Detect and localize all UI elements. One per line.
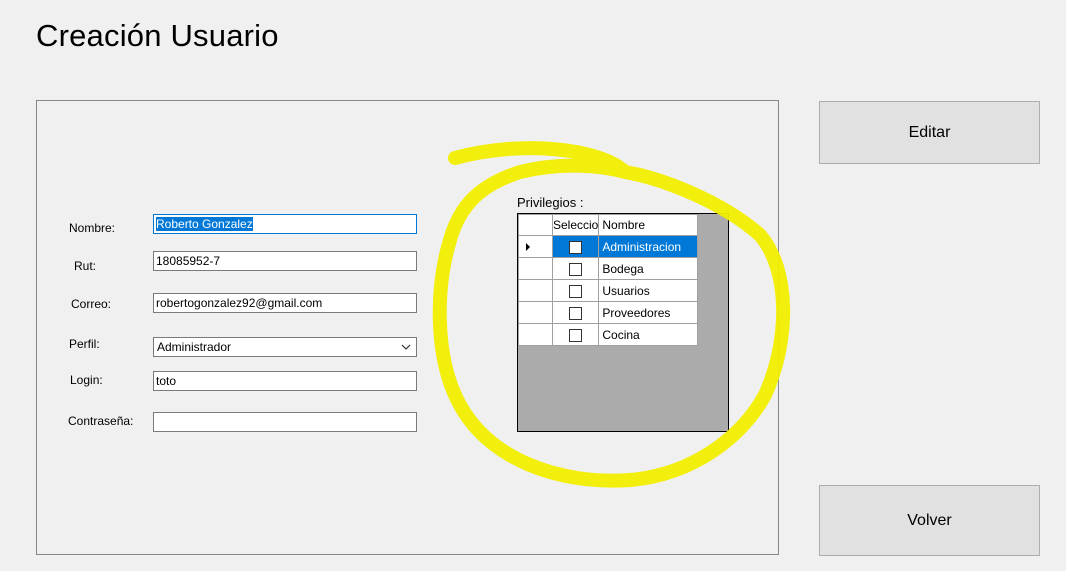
page-title: Creación Usuario <box>36 18 279 53</box>
rut-input[interactable]: 18085952-7 <box>153 251 417 271</box>
row-header[interactable] <box>518 257 553 280</box>
table-row[interactable]: Cocina <box>518 323 699 346</box>
privilege-checkbox[interactable] <box>569 262 583 276</box>
correo-label: Correo: <box>71 297 112 311</box>
nombre-label: Nombre: <box>69 221 116 235</box>
row-header[interactable] <box>518 323 553 346</box>
row-header[interactable] <box>518 279 553 302</box>
table-row[interactable]: Bodega <box>518 257 699 280</box>
table-row[interactable]: Administracion <box>518 235 699 258</box>
nombre-input[interactable]: Roberto Gonzalez <box>153 214 417 234</box>
privilege-name-cell[interactable]: Usuarios <box>598 279 699 302</box>
privilege-name-cell[interactable]: Proveedores <box>598 301 699 324</box>
privileges-grid[interactable]: Seleccio Nombre Administracion Bodega Us… <box>517 213 729 432</box>
grid-corner-cell <box>518 214 553 236</box>
login-input[interactable]: toto <box>153 371 417 391</box>
row-header[interactable] <box>518 235 553 258</box>
editar-button[interactable]: Editar <box>819 101 1040 164</box>
select-cell[interactable] <box>551 257 600 280</box>
nombre-input-value: Roberto Gonzalez <box>156 217 253 231</box>
current-row-arrow-icon <box>526 242 530 251</box>
login-label: Login: <box>70 373 103 387</box>
perfil-label: Perfil: <box>69 337 100 351</box>
privilege-name-cell[interactable]: Administracion <box>598 235 699 258</box>
row-header[interactable] <box>518 301 553 324</box>
user-form-panel: Nombre: Roberto Gonzalez Rut: 18085952-7… <box>36 100 779 555</box>
contrasena-label: Contraseña: <box>68 414 134 428</box>
table-row[interactable]: Usuarios <box>518 279 699 302</box>
table-row[interactable]: Proveedores <box>518 301 699 324</box>
volver-button[interactable]: Volver <box>819 485 1040 556</box>
privilege-name-cell[interactable]: Bodega <box>598 257 699 280</box>
select-cell[interactable] <box>551 301 600 324</box>
contrasena-input[interactable] <box>153 412 417 432</box>
privilege-checkbox[interactable] <box>569 284 583 298</box>
select-cell[interactable] <box>551 279 600 302</box>
privilege-name-cell[interactable]: Cocina <box>598 323 699 346</box>
privilegios-label: Privilegios : <box>517 195 584 210</box>
grid-header-row: Seleccio Nombre <box>518 214 699 236</box>
rut-label: Rut: <box>74 259 97 273</box>
chevron-down-icon <box>401 344 411 350</box>
correo-input[interactable]: robertogonzalez92@gmail.com <box>153 293 417 313</box>
column-header-nombre[interactable]: Nombre <box>598 214 699 236</box>
select-cell[interactable] <box>551 235 600 258</box>
privilege-checkbox[interactable] <box>569 306 583 320</box>
select-cell[interactable] <box>551 323 600 346</box>
privilege-checkbox[interactable] <box>569 240 583 254</box>
perfil-select[interactable]: Administrador <box>153 337 417 357</box>
privileges-table: Seleccio Nombre Administracion Bodega Us… <box>518 214 699 346</box>
column-header-seleccion[interactable]: Seleccio <box>551 214 600 236</box>
privilege-checkbox[interactable] <box>569 328 583 342</box>
perfil-select-value: Administrador <box>157 340 232 354</box>
